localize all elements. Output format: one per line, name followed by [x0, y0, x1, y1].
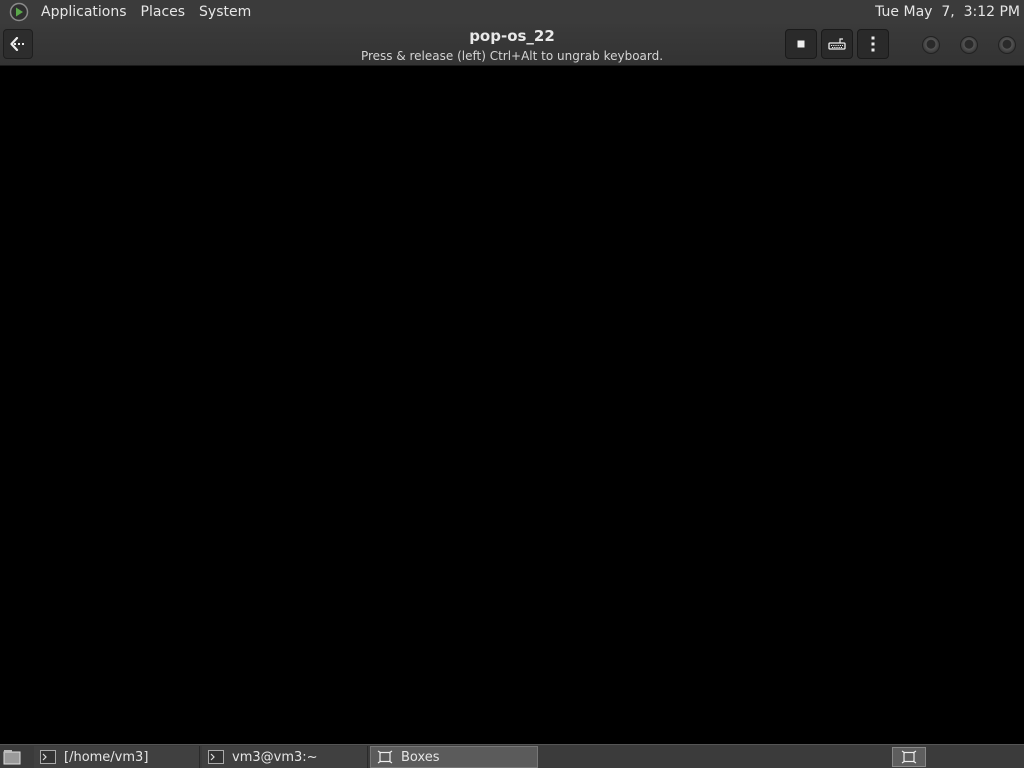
taskbar-item-home-vm3[interactable]: [/home/vm3]: [34, 746, 200, 768]
window-header-bar: pop-os_22 Press & release (left) Ctrl+Al…: [0, 24, 1024, 66]
clock[interactable]: Tue May 7, 3:12 PM: [875, 0, 1020, 24]
taskbar-item-boxes[interactable]: Boxes: [370, 746, 538, 768]
stop-button[interactable]: [785, 29, 817, 59]
kebab-menu-icon: [871, 36, 875, 52]
taskbar-item-label: Boxes: [401, 749, 440, 765]
taskbar-item-label: vm3@vm3:~: [232, 749, 318, 765]
top-panel: Applications Places System Tue May 7, 3:…: [0, 0, 1024, 24]
keyboard-icon: [828, 38, 846, 50]
send-keys-button[interactable]: [821, 29, 853, 59]
stop-icon: [797, 40, 805, 48]
bottom-panel: [/home/vm3] vm3@vm3:~ Boxes: [0, 744, 1024, 768]
workspace-switcher[interactable]: [892, 747, 926, 767]
terminal-icon: [208, 750, 224, 764]
show-desktop-icon: [3, 750, 21, 765]
system-menu[interactable]: System: [192, 0, 258, 24]
panel-menu-bar: Applications Places System: [0, 0, 258, 24]
show-desktop-button[interactable]: [2, 748, 22, 766]
terminal-icon: [40, 750, 56, 764]
boxes-icon: [901, 750, 917, 764]
minimize-button[interactable]: [922, 36, 940, 54]
applications-menu[interactable]: Applications: [34, 0, 134, 24]
window-menu-button[interactable]: [857, 29, 889, 59]
boxes-icon: [377, 750, 393, 764]
distro-logo-icon[interactable]: [8, 2, 30, 22]
close-button[interactable]: [998, 36, 1016, 54]
maximize-button[interactable]: [960, 36, 978, 54]
places-menu[interactable]: Places: [134, 0, 193, 24]
taskbar-item-vm3-terminal[interactable]: vm3@vm3:~: [202, 746, 368, 768]
taskbar-item-label: [/home/vm3]: [64, 749, 149, 765]
workspace-empty-slots[interactable]: [930, 747, 1020, 767]
vm-display[interactable]: [0, 66, 1024, 744]
